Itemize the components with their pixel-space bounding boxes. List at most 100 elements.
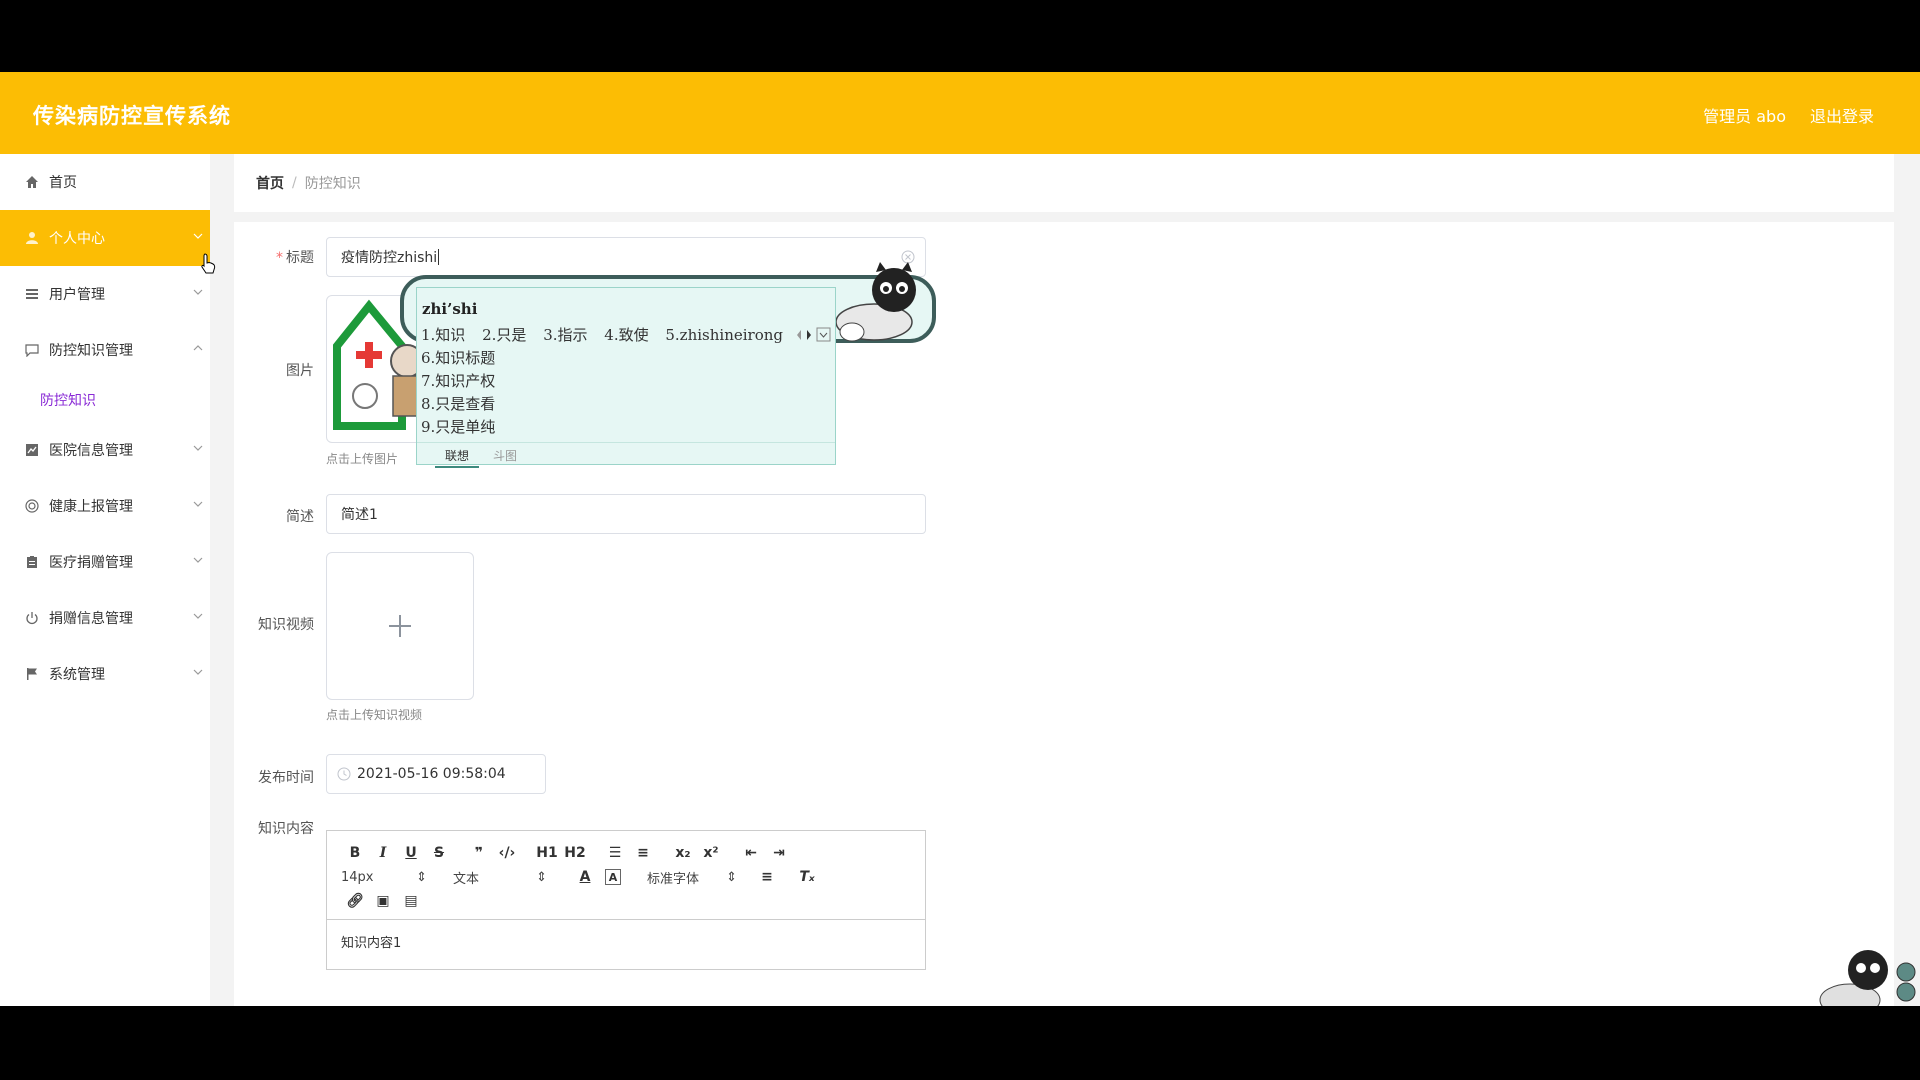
- sidebar-item-home[interactable]: 首页: [0, 154, 210, 210]
- chevron-down-icon: [193, 445, 203, 451]
- app-screen: 传染病防控宣传系统 管理员 abo 退出登录 首页 个人中心 用户管理 防控知识…: [0, 72, 1920, 1006]
- sidebar-item-profile[interactable]: 个人中心: [0, 210, 210, 266]
- clock-icon: [337, 767, 351, 781]
- home-icon: [24, 174, 40, 190]
- select-arrows-icon: ⇕: [536, 869, 547, 885]
- outdent-icon[interactable]: ⇤: [737, 842, 765, 864]
- sidebar-item-label: 医院信息管理: [49, 443, 133, 459]
- sidebar-item-users[interactable]: 用户管理: [0, 266, 210, 322]
- h1-button[interactable]: H1: [533, 842, 561, 864]
- ime-candidate[interactable]: 9.只是单纯: [421, 416, 495, 437]
- editor-toolbar-row-3: 🔗︎ ▣ ▤: [327, 889, 925, 913]
- plus-icon: [389, 615, 411, 637]
- video-icon[interactable]: ▤: [397, 890, 425, 912]
- breadcrumb-current: 防控知识: [304, 176, 361, 192]
- bold-button[interactable]: B: [341, 842, 369, 864]
- subscript-button[interactable]: x₂: [669, 842, 697, 864]
- link-icon[interactable]: 🔗︎: [341, 890, 369, 912]
- title-input-value: 疫情防控zhishi: [341, 250, 438, 266]
- ime-page-arrows-icon[interactable]: [795, 327, 831, 343]
- sidebar-item-donation-info[interactable]: 捐赠信息管理: [0, 590, 210, 646]
- required-mark: *: [276, 250, 283, 266]
- sidebar-item-knowledge[interactable]: 防控知识管理: [0, 322, 210, 378]
- chevron-down-icon: [193, 669, 203, 675]
- screen-bottom-bar: [0, 1006, 1920, 1080]
- video-upload-hint: 点击上传知识视频: [326, 708, 423, 722]
- ime-candidate[interactable]: 3.指示: [543, 326, 587, 344]
- paragraph-select[interactable]: 文本 ⇕: [453, 868, 553, 887]
- sidebar-item-hospital[interactable]: 医院信息管理: [0, 422, 210, 478]
- rich-text-editor: B I U S ❞ ‹/› H1 H2 ☰ ≡ x₂ x² ⇤ ⇥ 14px⇕: [326, 830, 926, 970]
- image-icon[interactable]: ▣: [369, 890, 397, 912]
- sidebar-item-label: 个人中心: [49, 231, 105, 247]
- publish-time-picker[interactable]: 2021-05-16 09:58:04: [326, 754, 546, 794]
- flag-icon: [24, 666, 40, 682]
- font-family-select[interactable]: 标准字体 ⇕: [647, 868, 743, 887]
- ime-candidate[interactable]: 6.知识标题: [421, 347, 495, 368]
- indent-icon[interactable]: ⇥: [765, 842, 793, 864]
- summary-input-value: 简述1: [341, 507, 378, 523]
- align-icon[interactable]: ≡: [753, 866, 781, 888]
- top-header: 传染病防控宣传系统 管理员 abo 退出登录: [0, 72, 1920, 154]
- font-color-button[interactable]: A: [571, 866, 599, 888]
- ime-candidate[interactable]: 2.只是: [482, 326, 526, 344]
- ime-tabs: 联想 斗图: [417, 442, 835, 468]
- clear-format-icon[interactable]: Tₓ: [793, 866, 821, 888]
- ime-candidate[interactable]: 4.致使: [604, 326, 648, 344]
- ime-cat-mascot-icon: [835, 262, 916, 342]
- chevron-up-icon: [193, 345, 203, 351]
- video-label: 知识视频: [258, 617, 314, 633]
- summary-input[interactable]: 简述1: [326, 494, 926, 534]
- font-size-select[interactable]: 14px ⇕: [341, 870, 433, 885]
- ime-pinyin: zhi’shi: [422, 300, 478, 318]
- select-arrows-icon: ⇕: [416, 869, 427, 885]
- sidebar-item-health-report[interactable]: 健康上报管理: [0, 478, 210, 534]
- sidebar: 首页 个人中心 用户管理 防控知识管理 防控知识 医院信息管理 健康上报管理 医…: [0, 154, 210, 1006]
- sidebar-item-system[interactable]: 系统管理: [0, 646, 210, 702]
- sidebar-item-label: 健康上报管理: [49, 499, 133, 515]
- ordered-list-icon[interactable]: ☰: [601, 842, 629, 864]
- strike-button[interactable]: S: [425, 842, 453, 864]
- floating-mascot-icon: [1819, 950, 1916, 1006]
- chevron-down-icon: [193, 233, 203, 239]
- text-caret: [438, 249, 440, 265]
- chevron-down-icon: [193, 557, 203, 563]
- h2-button[interactable]: H2: [561, 842, 589, 864]
- logout-link[interactable]: 退出登录: [1810, 103, 1874, 127]
- superscript-button[interactable]: x²: [697, 842, 725, 864]
- ime-candidate[interactable]: 1.知识: [421, 326, 465, 344]
- app-title: 传染病防控宣传系统: [33, 104, 231, 128]
- breadcrumb-home[interactable]: 首页: [256, 173, 284, 193]
- clipboard-icon: [24, 554, 40, 570]
- list-icon: [24, 286, 40, 302]
- background-color-button[interactable]: A: [605, 869, 621, 885]
- code-block-button[interactable]: ‹/›: [493, 842, 521, 864]
- chevron-down-icon: [193, 289, 203, 295]
- italic-button[interactable]: I: [369, 842, 397, 864]
- breadcrumb-separator: /: [292, 175, 297, 191]
- chat-icon: [24, 342, 40, 358]
- sidebar-item-medical-donation[interactable]: 医疗捐赠管理: [0, 534, 210, 590]
- blockquote-button[interactable]: ❞: [465, 842, 493, 864]
- ime-candidate[interactable]: 5.zhishineirong: [665, 326, 783, 344]
- ime-candidate[interactable]: 8.只是查看: [421, 393, 495, 414]
- ime-candidate-row: 1.知识 2.只是 3.指示 4.致使 5.zhishineirong: [421, 324, 795, 345]
- sidebar-subitem-knowledge[interactable]: 防控知识: [0, 378, 210, 422]
- header-actions: 管理员 abo 退出登录: [1703, 103, 1874, 127]
- ime-tab-association[interactable]: 联想: [435, 447, 480, 468]
- editor-toolbar-row-2: 14px ⇕ 文本 ⇕ A A 标准字体 ⇕ ≡ Tₓ: [327, 865, 925, 889]
- editor-toolbar-row-1: B I U S ❞ ‹/› H1 H2 ☰ ≡ x₂ x² ⇤ ⇥: [327, 841, 925, 865]
- editor-content-area[interactable]: 知识内容1: [327, 919, 925, 963]
- underline-button[interactable]: U: [397, 842, 425, 864]
- bullet-list-icon[interactable]: ≡: [629, 842, 657, 864]
- content-label: 知识内容: [258, 821, 314, 837]
- hand-cursor-icon: [201, 253, 216, 274]
- sidebar-item-label: 用户管理: [49, 287, 105, 303]
- ime-candidate[interactable]: 7.知识产权: [421, 370, 495, 391]
- current-user-label[interactable]: 管理员 abo: [1703, 103, 1786, 127]
- image-label: 图片: [286, 363, 314, 379]
- ime-tab-stickers[interactable]: 斗图: [493, 447, 517, 464]
- video-upload-box[interactable]: [326, 552, 474, 700]
- sidebar-item-label: 捐赠信息管理: [49, 611, 133, 627]
- chevron-down-icon: [193, 501, 203, 507]
